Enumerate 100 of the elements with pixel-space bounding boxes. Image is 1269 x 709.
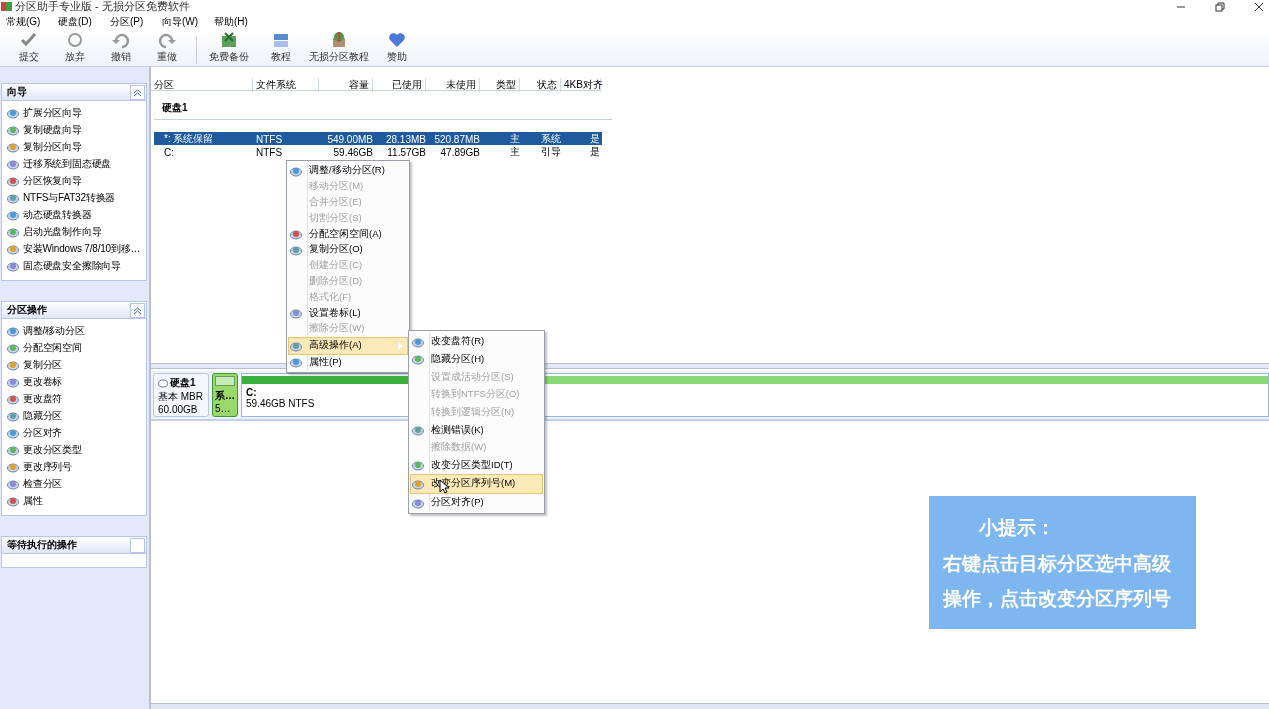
sidebar-item[interactable]: 迁移系统到固态硬盘 xyxy=(23,156,112,171)
partition-size: 59.46GB NTFS xyxy=(246,398,315,409)
column-header[interactable]: 未使用 xyxy=(426,78,480,92)
menu-item[interactable]: 属性(P) xyxy=(289,354,407,371)
backup-icon[interactable] xyxy=(219,30,239,50)
disk-icon xyxy=(7,494,19,507)
sidebar-item[interactable]: 分区对齐 xyxy=(23,425,63,440)
section-title: 向导 xyxy=(7,85,27,99)
toolbar-button[interactable]: 撤销 xyxy=(111,50,131,64)
menu-item[interactable]: 分区对齐(P) xyxy=(411,493,542,512)
table-row[interactable]: C: NTFS 59.46GB 11.57GB 47.89GB 主 引导 是 xyxy=(154,145,602,158)
sidebar-item[interactable]: 更改序列号 xyxy=(23,459,72,474)
disk-icon xyxy=(7,174,19,187)
window-title: 分区助手专业版 - 无损分区免费软件 xyxy=(15,0,191,14)
menu-item[interactable]: 改变盘符(R) xyxy=(411,333,542,351)
table-cell-text: 系统 xyxy=(540,132,562,146)
sidebar-item[interactable]: 固态硬盘安全擦除向导 xyxy=(23,258,121,273)
sidebar-item[interactable]: 复制硬盘向导 xyxy=(23,122,82,137)
menu-item[interactable]: 常规(G) xyxy=(6,15,58,29)
disk-icon xyxy=(412,459,424,472)
sidebar-item[interactable]: 更改卷标 xyxy=(23,374,63,389)
disk-icon xyxy=(7,375,19,388)
disk-type: 基本 MBR xyxy=(158,390,203,404)
menu-item[interactable]: 检测错误(K) xyxy=(411,421,542,439)
menu-item[interactable]: 改变分区类型ID(T) xyxy=(411,456,542,475)
table-cell-text: *: 系统保留 xyxy=(163,132,215,146)
table-row[interactable]: *: 系统保留 NTFS 549.00MB 28.13MB 520.87MB 主 系统 是 xyxy=(154,132,602,145)
table-cell-text: C: xyxy=(163,146,175,158)
circle-icon[interactable] xyxy=(65,30,85,50)
sidebar-item[interactable]: 动态硬盘转换器 xyxy=(23,207,92,222)
disk-icon xyxy=(7,409,19,422)
table-cell-text: 主 xyxy=(509,132,521,146)
sidebar-item[interactable]: NTFS与FAT32转换器 xyxy=(23,190,116,205)
menu-item[interactable]: 调整/移动分区(R) xyxy=(289,163,407,179)
sidebar-item[interactable]: 隐藏分区 xyxy=(23,408,63,423)
collapse-button[interactable] xyxy=(130,302,145,318)
sidebar-item[interactable]: 启动光盘制作向导 xyxy=(23,224,102,239)
sidebar-item[interactable]: 分区恢复向导 xyxy=(23,173,82,188)
heart-icon[interactable] xyxy=(387,30,407,50)
sidebar-item[interactable]: 扩展分区向导 xyxy=(23,105,82,120)
tip-title: 小提示： xyxy=(978,516,1056,540)
table-cell-text: 11.57GB xyxy=(386,146,427,158)
partition-name: C: xyxy=(246,387,257,398)
disk-card[interactable]: 硬盘1 基本 MBR 60.00GB xyxy=(153,373,209,417)
toolbar-button[interactable]: 教程 xyxy=(271,50,291,64)
table-cell-text: 主 xyxy=(509,145,521,159)
menu-item[interactable]: 隐藏分区(H) xyxy=(411,350,542,369)
toolbar-button[interactable]: 提交 xyxy=(19,50,39,64)
disk-icon xyxy=(290,228,302,241)
disk-icon xyxy=(7,242,19,255)
toolbar-button[interactable]: 赞助 xyxy=(387,50,407,64)
menu-item[interactable]: 设置卷标(L) xyxy=(289,305,407,321)
sidebar-item[interactable]: 属性 xyxy=(23,493,43,508)
collapse-button[interactable] xyxy=(130,84,145,100)
disk-icon xyxy=(7,443,19,456)
menu-item[interactable]: 高级操作(A) xyxy=(288,336,408,355)
menu-item[interactable]: 分配空闲空间(A) xyxy=(289,226,407,242)
toolbar-button[interactable]: 放弃 xyxy=(65,50,85,64)
disk-icon xyxy=(290,164,302,177)
disk-icon xyxy=(7,157,19,170)
sidebar-item[interactable]: 复制分区向导 xyxy=(23,139,82,154)
table-cell-text: NTFS xyxy=(256,133,284,145)
restore-icon[interactable] xyxy=(1214,0,1226,13)
section-title: 等待执行的操作 xyxy=(7,538,77,552)
sidebar-item[interactable]: 调整/移动分区 xyxy=(23,323,85,338)
column-header[interactable]: 类型 xyxy=(480,78,520,92)
column-header[interactable]: 已使用 xyxy=(373,78,426,92)
table-cell-text: NTFS xyxy=(256,146,284,158)
sidebar-item[interactable]: 分配空闲空间 xyxy=(23,340,82,355)
disk-icon xyxy=(7,106,19,119)
column-header[interactable]: 文件系统 xyxy=(253,78,319,92)
menu-item[interactable]: 向导(W) xyxy=(162,15,214,29)
menu-item[interactable]: 分区(P) xyxy=(110,15,162,29)
chevron-up-icon xyxy=(133,87,142,97)
column-header[interactable]: 4KB对齐 xyxy=(561,78,601,92)
disk-icon xyxy=(412,496,424,509)
sidebar-item[interactable]: 安装Windows 7/8/10到移… xyxy=(23,241,141,256)
sidebar-item[interactable]: 复制分区 xyxy=(23,357,63,372)
toolbar-button[interactable]: 重做 xyxy=(157,50,177,64)
column-header[interactable]: 容量 xyxy=(319,78,373,92)
disk-icon xyxy=(7,208,19,221)
menu-item[interactable]: 硬盘(D) xyxy=(58,15,110,29)
disk-icon xyxy=(412,424,424,436)
disk-icon xyxy=(7,324,19,337)
menu-item[interactable]: 帮助(H) xyxy=(214,15,266,29)
menu-item[interactable]: 复制分区(O) xyxy=(289,242,407,258)
toolbar-button[interactable]: 无损分区教程 xyxy=(309,50,369,64)
chevron-up-icon xyxy=(133,305,142,315)
sidebar-item[interactable]: 检查分区 xyxy=(23,476,63,491)
close-icon[interactable] xyxy=(1253,0,1265,13)
toolbar-button[interactable]: 免费备份 xyxy=(209,50,249,64)
sidebar-item[interactable]: 更改盘符 xyxy=(23,391,63,406)
column-header[interactable]: 状态 xyxy=(520,78,561,92)
partition-block[interactable]: 系… 5… xyxy=(212,373,238,417)
disk-icon xyxy=(7,392,19,405)
disk-icon xyxy=(7,225,19,238)
table-cell-text: 引导 xyxy=(540,145,562,159)
column-header[interactable]: 分区 xyxy=(151,78,253,92)
sidebar-item[interactable]: 更改分区类型 xyxy=(23,442,82,457)
app-icon xyxy=(1,1,12,12)
